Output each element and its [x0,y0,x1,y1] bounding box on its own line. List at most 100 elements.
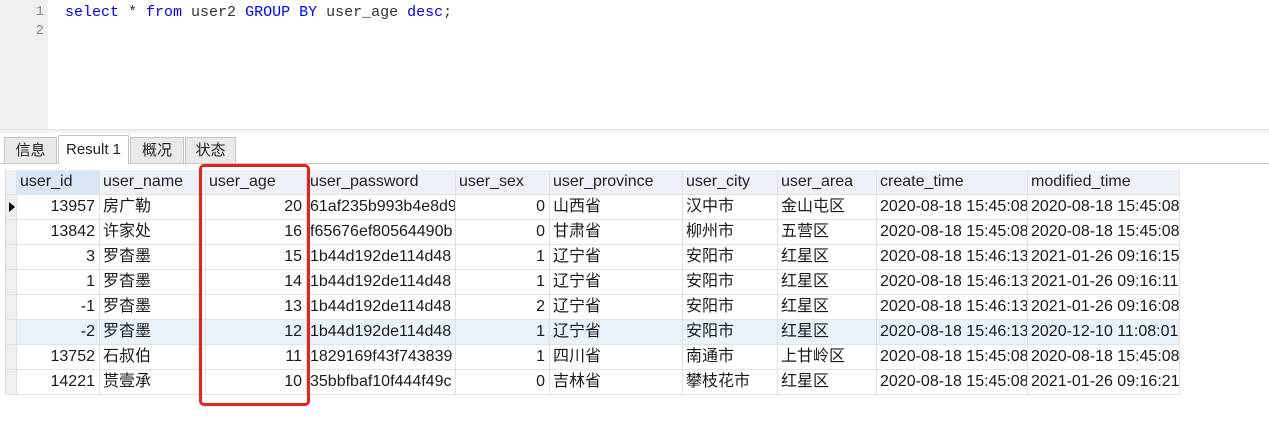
cell-user-name[interactable]: 贳壹承 [100,370,206,395]
cell-modified-time[interactable]: 2021-01-26 09:16:15 [1028,245,1180,270]
cell-create-time[interactable]: 2020-08-18 15:46:13 [877,245,1028,270]
column-header-user-password[interactable]: user_password [307,170,456,195]
table-row[interactable]: 13957 房广勒 20 61af235b993b4e8d9 0 山西省 汉中市 金山屯区 20… [0,195,1269,220]
cell-user-sex[interactable]: 1 [456,345,550,370]
table-row[interactable]: 14221 贳壹承 10 35bbfbaf10f444f49c 0 吉林省 攀枝花市 红星区 2… [0,370,1269,395]
cell-modified-time[interactable]: 2020-08-18 15:45:08 [1028,195,1180,220]
tab-profile[interactable]: 概况 [130,137,184,163]
cell-user-city[interactable]: 安阳市 [683,270,778,295]
cell-user-name[interactable]: 罗杳墨 [100,320,206,345]
cell-user-id[interactable]: 14221 [17,370,100,395]
cell-user-age[interactable]: 13 [206,295,307,320]
cell-user-id[interactable]: 3 [17,245,100,270]
sql-code-area[interactable]: select * from user2 GROUP BY user_age de… [0,0,1269,129]
cell-user-password[interactable]: f65676ef80564490b [307,220,456,245]
cell-user-province[interactable]: 四川省 [550,345,683,370]
cell-user-sex[interactable]: 1 [456,245,550,270]
cell-user-province[interactable]: 辽宁省 [550,295,683,320]
cell-user-province[interactable]: 辽宁省 [550,320,683,345]
cell-user-age[interactable]: 14 [206,270,307,295]
row-indicator[interactable] [5,195,17,220]
cell-user-password[interactable]: 1829169f43f743839 [307,345,456,370]
column-header-user-name[interactable]: user_name [100,170,206,195]
cell-modified-time[interactable]: 2020-08-18 15:45:08 [1028,345,1180,370]
cell-create-time[interactable]: 2020-08-18 15:46:13 [877,320,1028,345]
row-indicator[interactable] [5,245,17,270]
tab-status[interactable]: 状态 [185,137,236,163]
cell-user-id[interactable]: 13752 [17,345,100,370]
table-row[interactable]: -2 罗杳墨 12 1b44d192de114d48 1 辽宁省 安阳市 红星区 2020-08… [0,320,1269,345]
cell-user-name[interactable]: 罗杳墨 [100,270,206,295]
cell-user-sex[interactable]: 0 [456,195,550,220]
cell-user-city[interactable]: 南通市 [683,345,778,370]
table-row[interactable]: 13752 石叔伯 11 1829169f43f743839 1 四川省 南通市 上甘岭区 20… [0,345,1269,370]
cell-user-sex[interactable]: 1 [456,270,550,295]
cell-create-time[interactable]: 2020-08-18 15:46:13 [877,295,1028,320]
cell-user-city[interactable]: 柳州市 [683,220,778,245]
column-header-user-city[interactable]: user_city [683,170,778,195]
cell-modified-time[interactable]: 2021-01-26 09:16:11 [1028,270,1180,295]
cell-modified-time[interactable]: 2021-01-26 09:16:21 [1028,370,1180,395]
cell-user-area[interactable]: 五营区 [778,220,877,245]
result-grid[interactable]: user_id user_name user_age user_password use… [0,170,1269,400]
cell-user-name[interactable]: 房广勒 [100,195,206,220]
column-header-user-id[interactable]: user_id [17,170,100,195]
cell-user-city[interactable]: 汉中市 [683,195,778,220]
table-row[interactable]: -1 罗杳墨 13 1b44d192de114d48 2 辽宁省 安阳市 红星区 2020-08… [0,295,1269,320]
cell-user-area[interactable]: 红星区 [778,370,877,395]
cell-user-name[interactable]: 石叔伯 [100,345,206,370]
cell-user-id[interactable]: -2 [17,320,100,345]
cell-user-id[interactable]: -1 [17,295,100,320]
row-indicator[interactable] [5,320,17,345]
cell-user-province[interactable]: 山西省 [550,195,683,220]
cell-user-age[interactable]: 16 [206,220,307,245]
row-indicator[interactable] [5,270,17,295]
cell-user-id[interactable]: 1 [17,270,100,295]
cell-user-sex[interactable]: 2 [456,295,550,320]
cell-user-age[interactable]: 12 [206,320,307,345]
code-line-1[interactable]: select * from user2 GROUP BY user_age de… [65,3,452,22]
cell-user-age[interactable]: 10 [206,370,307,395]
cell-user-password[interactable]: 1b44d192de114d48 [307,295,456,320]
cell-user-area[interactable]: 红星区 [778,295,877,320]
cell-user-city[interactable]: 安阳市 [683,295,778,320]
cell-create-time[interactable]: 2020-08-18 15:46:13 [877,270,1028,295]
cell-user-password[interactable]: 35bbfbaf10f444f49c [307,370,456,395]
table-row[interactable]: 3 罗杳墨 15 1b44d192de114d48 1 辽宁省 安阳市 红星区 2020-08-… [0,245,1269,270]
row-indicator[interactable] [5,345,17,370]
cell-user-password[interactable]: 1b44d192de114d48 [307,270,456,295]
cell-user-city[interactable]: 安阳市 [683,320,778,345]
cell-user-area[interactable]: 金山屯区 [778,195,877,220]
cell-user-province[interactable]: 辽宁省 [550,245,683,270]
column-header-create-time[interactable]: create_time [877,170,1028,195]
cell-user-id[interactable]: 13842 [17,220,100,245]
cell-user-id[interactable]: 13957 [17,195,100,220]
cell-user-password[interactable]: 61af235b993b4e8d9 [307,195,456,220]
cell-modified-time[interactable]: 2020-12-10 11:08:01 [1028,320,1180,345]
column-header-user-sex[interactable]: user_sex [456,170,550,195]
cell-user-area[interactable]: 红星区 [778,245,877,270]
cell-user-province[interactable]: 辽宁省 [550,270,683,295]
sql-editor[interactable]: 12 select * from user2 GROUP BY user_age… [0,0,1269,129]
cell-create-time[interactable]: 2020-08-18 15:45:08 [877,220,1028,245]
cell-user-city[interactable]: 攀枝花市 [683,370,778,395]
cell-user-password[interactable]: 1b44d192de114d48 [307,245,456,270]
cell-modified-time[interactable]: 2021-01-26 09:16:08 [1028,295,1180,320]
cell-user-area[interactable]: 红星区 [778,270,877,295]
column-header-modified-time[interactable]: modified_time [1028,170,1180,195]
cell-user-age[interactable]: 11 [206,345,307,370]
cell-user-sex[interactable]: 1 [456,320,550,345]
row-indicator[interactable] [5,295,17,320]
table-row[interactable]: 13842 许家处 16 f65676ef80564490b 0 甘肃省 柳州市 五营区 202… [0,220,1269,245]
column-header-user-province[interactable]: user_province [550,170,683,195]
cell-create-time[interactable]: 2020-08-18 15:45:08 [877,370,1028,395]
cell-user-sex[interactable]: 0 [456,370,550,395]
cell-user-age[interactable]: 20 [206,195,307,220]
cell-create-time[interactable]: 2020-08-18 15:45:08 [877,345,1028,370]
row-indicator[interactable] [5,220,17,245]
table-row[interactable]: 1 罗杳墨 14 1b44d192de114d48 1 辽宁省 安阳市 红星区 2020-08-… [0,270,1269,295]
row-indicator[interactable] [5,370,17,395]
cell-user-city[interactable]: 安阳市 [683,245,778,270]
cell-create-time[interactable]: 2020-08-18 15:45:08 [877,195,1028,220]
tab-info[interactable]: 信息 [4,137,57,163]
